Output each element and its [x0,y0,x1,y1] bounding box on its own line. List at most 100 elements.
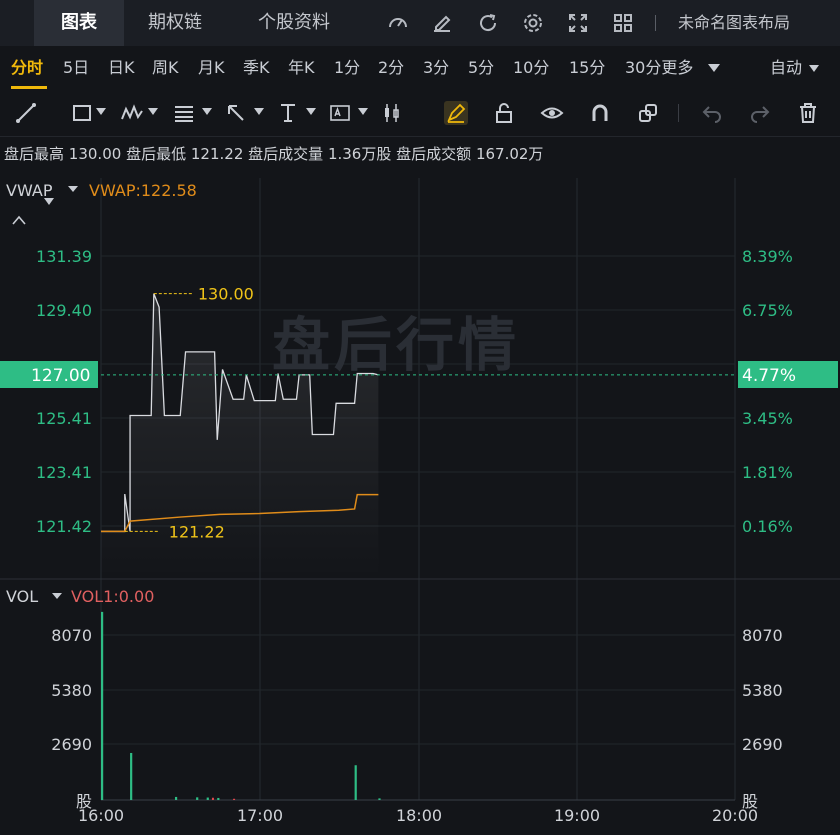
volume-bar [378,798,381,800]
volume-bar [217,797,220,800]
volume-bar-down [233,798,236,800]
grid-lines [0,178,840,801]
trendline-tool-icon[interactable] [14,101,38,125]
current-pct-label: 4.77% [742,366,796,386]
period-10min[interactable]: 10分 [513,46,549,90]
intraday-chart[interactable]: 盘后行情 VWAP VWAP:122.58 VOL VOL1:0.00 131.… [0,170,840,835]
low-value: 121.22 [190,145,244,163]
time-tick: 16:00 [78,806,124,825]
period-3min[interactable]: 3分 [423,46,449,90]
vol-indicator-name[interactable]: VOL [6,587,38,606]
amount-label: 盘后成交额 [396,145,472,163]
copy-icon[interactable] [636,101,660,125]
vwap-indicator-name[interactable]: VWAP [6,181,53,200]
chevron-down-icon[interactable] [306,108,316,116]
vol-indicator-value: VOL1:0.00 [71,587,154,606]
layout-grid-icon[interactable] [611,11,635,35]
chevron-down-icon[interactable] [358,108,368,116]
time-tick: 19:00 [554,806,600,825]
active-period-underline [11,86,47,89]
edit-icon[interactable] [430,11,454,35]
volume-tick: 2690 [742,735,783,754]
tab-stock-profile[interactable]: 个股资料 [258,0,330,46]
volume-label: 盘后成交量 [248,145,324,163]
gear-icon[interactable] [521,11,545,35]
fibonacci-tool-icon[interactable] [172,101,196,125]
pct-tick: 8.39% [742,247,793,266]
period-monthly[interactable]: 月K [198,46,225,90]
period-quarterly[interactable]: 季K [243,46,270,90]
volume-bar [196,797,199,800]
wave-tool-icon[interactable] [120,101,144,125]
chevron-down-icon[interactable] [808,64,820,73]
refresh-icon[interactable] [476,11,500,35]
volume-bar [101,611,104,800]
collapse-chevron-icon[interactable] [12,215,26,225]
period-1min[interactable]: 1分 [334,46,360,90]
current-price-label: 127.00 [31,366,90,386]
chevron-down-icon[interactable] [254,108,264,116]
chevron-down-icon[interactable] [707,62,721,74]
arrow-tool-icon[interactable] [224,101,248,125]
chevron-down-icon[interactable] [68,186,78,192]
volume-tick: 8070 [742,626,783,645]
chevron-down-icon[interactable] [148,108,158,116]
low-label: 盘后最低 [126,145,187,163]
amount-value: 167.02万 [475,145,544,163]
period-weekly[interactable]: 周K [152,46,179,90]
volume-tick: 5380 [51,681,92,700]
pct-tick: 6.75% [742,301,793,320]
measure-tool-icon[interactable] [276,101,300,125]
period-2min[interactable]: 2分 [378,46,404,90]
volume-bar-down [211,797,214,800]
period-bar: 分时 5日 日K 周K 月K 季K 年K 1分 2分 3分 5分 10分 15分… [0,46,840,91]
time-tick: 17:00 [237,806,283,825]
price-tick: 123.41 [36,463,92,482]
price-tick: 131.39 [36,247,92,266]
price-tick: 121.42 [36,517,92,536]
layout-name-button[interactable]: 未命名图表布局 [678,0,790,46]
period-more[interactable]: 30分更多 [625,46,693,90]
fullscreen-icon[interactable] [566,11,590,35]
redo-icon[interactable] [748,101,772,125]
period-intraday[interactable]: 分时 [11,46,43,90]
magnet-icon[interactable] [588,101,612,125]
drawing-toolbar [0,90,840,205]
text-tool-icon[interactable] [328,101,352,125]
pct-tick: 0.16% [742,517,793,536]
period-5day[interactable]: 5日 [63,46,89,90]
undo-icon[interactable] [700,101,724,125]
volume-bar [174,796,178,800]
highlighter-tool-icon[interactable] [444,101,468,125]
high-value: 130.00 [68,145,122,163]
divider [678,104,679,122]
period-5min[interactable]: 5分 [468,46,494,90]
period-15min[interactable]: 15分 [569,46,605,90]
tab-option-chain[interactable]: 期权链 [148,0,202,46]
period-yearly[interactable]: 年K [288,46,315,90]
high-marker-label: 130.00 [198,285,254,304]
vwap-indicator-value: VWAP:122.58 [89,181,197,200]
trash-icon[interactable] [796,101,820,125]
volume-bar [206,797,209,800]
after-hours-summary: 盘后最高 130.00 盘后最低 121.22 盘后成交量 1.36万股 盘后成… [4,142,543,166]
volume-bar [130,752,133,800]
low-marker-label: 121.22 [169,522,225,541]
eye-icon[interactable] [540,101,564,125]
candlestick-tool-icon[interactable] [380,101,404,125]
volume-tick: 8070 [51,626,92,645]
time-tick: 18:00 [396,806,442,825]
gauge-icon[interactable] [386,11,410,35]
chevron-down-icon[interactable] [96,108,106,116]
volume-value: 1.36万股 [327,145,392,163]
unlock-icon[interactable] [492,101,516,125]
chevron-down-icon[interactable] [202,108,212,116]
chevron-down-icon[interactable] [52,593,62,599]
volume-tick: 2690 [51,735,92,754]
period-daily[interactable]: 日K [108,46,135,90]
auto-scale-button[interactable]: 自动 [770,46,802,90]
tab-chart[interactable]: 图表 [34,0,124,46]
rectangle-tool-icon[interactable] [70,101,94,125]
volume-tick: 5380 [742,681,783,700]
pct-tick: 3.45% [742,409,793,428]
